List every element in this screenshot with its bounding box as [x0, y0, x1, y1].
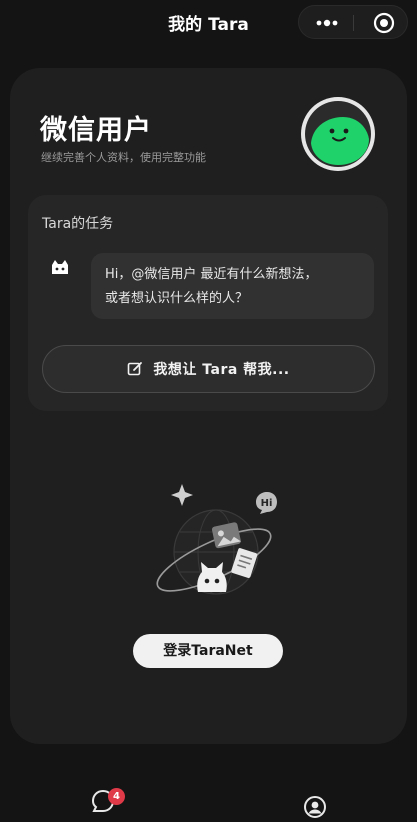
bottom-tab-bar: 4 — [0, 770, 417, 822]
profile-icon[interactable] — [303, 795, 327, 819]
message-line-2: 或者想认识什么样的人？ — [105, 291, 249, 306]
top-nav-bar: 我的 Tara — [0, 0, 417, 46]
globe-illustration: Hi — [156, 484, 277, 595]
more-dots-icon[interactable] — [313, 15, 341, 31]
tara-mascot-icon — [52, 260, 68, 274]
capsule-divider — [353, 15, 354, 31]
profile-hint[interactable]: 继续完善个人资料，使用完整功能 — [41, 149, 206, 165]
tara-message-bubble: Hi，@微信用户 最近有什么新想法， 或者想认识什么样的人？ — [91, 253, 374, 319]
login-button[interactable]: 登录TaraNet — [133, 634, 283, 668]
ask-tara-button-label: 我想让 Tara 帮我... — [153, 362, 290, 378]
ask-tara-button[interactable]: 我想让 Tara 帮我... — [42, 345, 375, 393]
target-icon[interactable] — [372, 11, 396, 35]
user-name[interactable]: 微信用户 — [40, 108, 152, 147]
unread-badge: 4 — [108, 788, 125, 805]
sparkle-icon — [171, 484, 193, 506]
mini-program-capsule — [298, 5, 408, 39]
profile-card: 微信用户 继续完善个人资料，使用完整功能 Tara的任务 Hi，@微信用户 最近… — [10, 68, 407, 744]
task-title: Tara的任务 — [42, 216, 114, 232]
hi-bubble-text: Hi — [261, 498, 273, 509]
tara-task-section: Tara的任务 Hi，@微信用户 最近有什么新想法， 或者想认识什么样的人？ 我… — [28, 195, 388, 411]
message-line-1: Hi，@微信用户 最近有什么新想法， — [105, 267, 318, 282]
edit-icon — [128, 362, 143, 376]
avatar[interactable] — [299, 95, 377, 173]
